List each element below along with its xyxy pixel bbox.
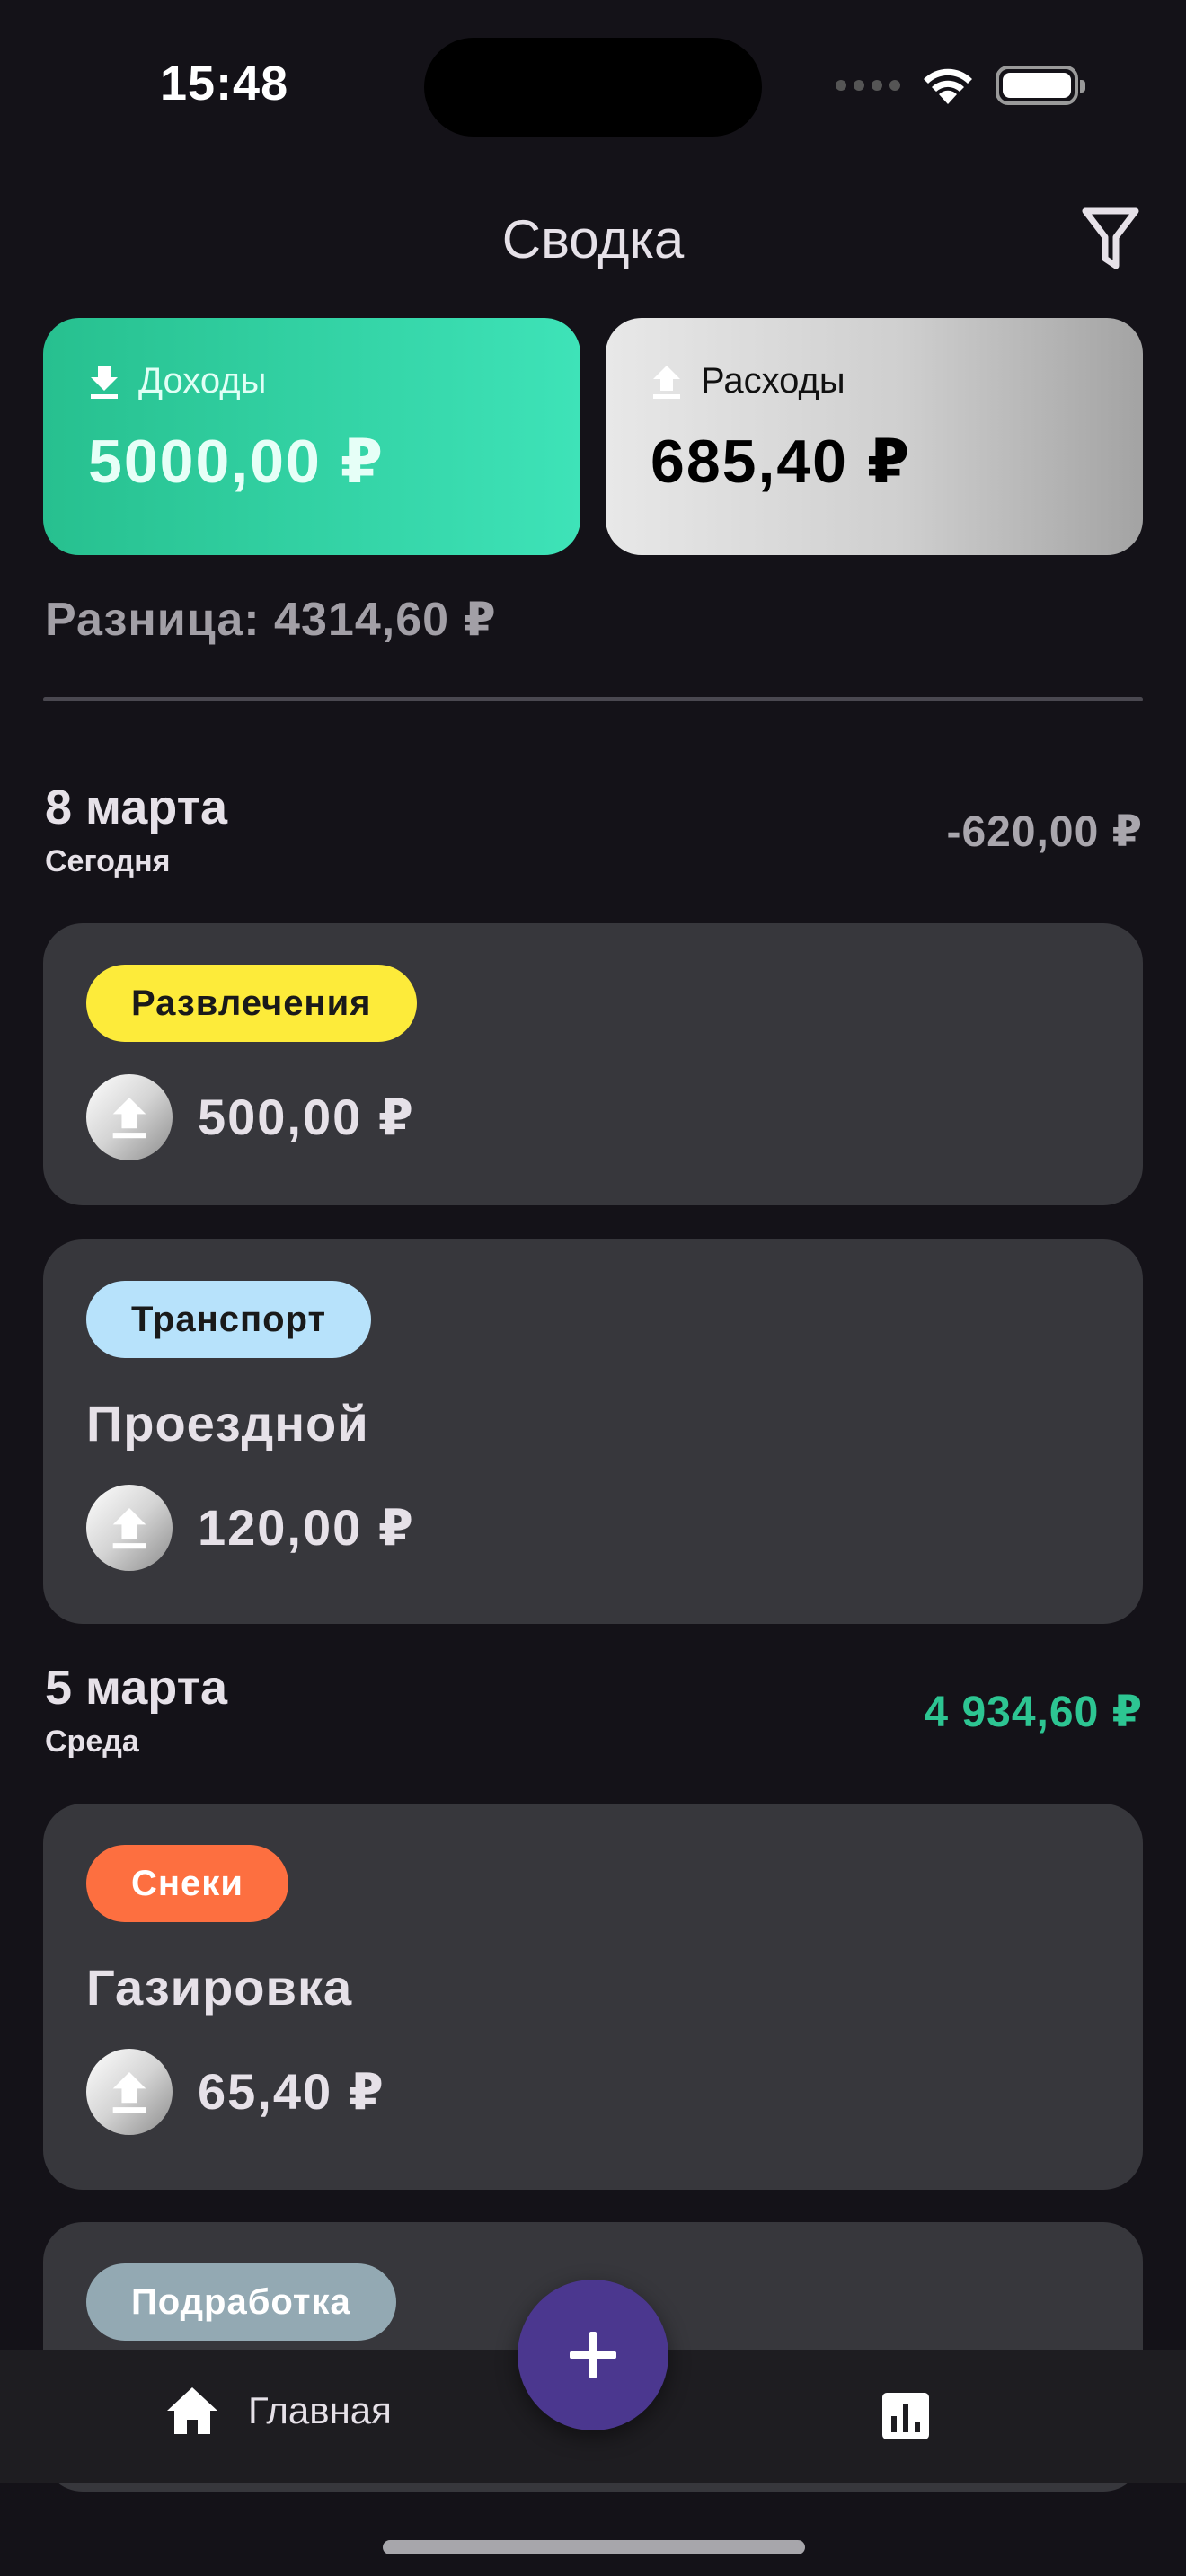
transaction-card[interactable]: Транспорт Проездной 120,00 ₽ bbox=[43, 1239, 1143, 1624]
expense-coin-icon bbox=[86, 1485, 173, 1571]
status-icons bbox=[836, 65, 1085, 106]
transaction-title: Газировка bbox=[86, 1959, 353, 2016]
day-header: 8 марта Сегодня -620,00 ₽ bbox=[45, 780, 1143, 879]
nav-home-label: Главная bbox=[248, 2389, 392, 2431]
day-header: 5 марта Среда 4 934,60 ₽ bbox=[45, 1660, 1143, 1760]
category-chip: Транспорт bbox=[86, 1281, 372, 1358]
screen: 15:48 Сводка Доходы 5000,00 ₽ Расходы 68… bbox=[0, 0, 1186, 2576]
chart-icon bbox=[882, 2393, 929, 2439]
category-chip: Подработка bbox=[86, 2263, 396, 2341]
expense-card[interactable]: Расходы 685,40 ₽ bbox=[606, 318, 1143, 555]
transaction-amount: 65,40 ₽ bbox=[198, 2063, 385, 2120]
difference-text: Разница: 4314,60 ₽ bbox=[45, 594, 497, 646]
battery-icon bbox=[996, 66, 1085, 105]
income-amount: 5000,00 ₽ bbox=[88, 428, 385, 496]
expense-coin-icon bbox=[86, 2049, 173, 2135]
day-total: -620,00 ₽ bbox=[946, 808, 1143, 856]
transaction-amount: 120,00 ₽ bbox=[198, 1499, 415, 1556]
divider bbox=[43, 697, 1143, 701]
home-icon bbox=[167, 2387, 217, 2434]
category-chip: Снеки bbox=[86, 1845, 288, 1922]
expense-coin-icon bbox=[86, 1074, 173, 1160]
add-transaction-button[interactable] bbox=[518, 2280, 668, 2430]
income-card[interactable]: Доходы 5000,00 ₽ bbox=[43, 318, 580, 555]
upload-icon bbox=[653, 365, 680, 399]
transaction-amount: 500,00 ₽ bbox=[198, 1089, 415, 1145]
page-title: Сводка bbox=[501, 209, 685, 269]
transaction-card[interactable]: Развлечения 500,00 ₽ bbox=[43, 923, 1143, 1205]
download-icon bbox=[91, 365, 118, 399]
dynamic-island bbox=[424, 38, 762, 137]
transaction-card[interactable]: Снеки Газировка 65,40 ₽ bbox=[43, 1804, 1143, 2190]
transaction-title: Проездной bbox=[86, 1395, 369, 1451]
filter-icon bbox=[1082, 207, 1139, 269]
day-total: 4 934,60 ₽ bbox=[924, 1689, 1143, 1736]
status-time: 15:48 bbox=[160, 57, 289, 110]
nav-home[interactable]: Главная bbox=[165, 2386, 392, 2436]
filter-button[interactable] bbox=[1075, 203, 1146, 275]
nav-statistics[interactable] bbox=[879, 2389, 933, 2443]
income-label: Доходы bbox=[138, 361, 267, 401]
signal-icon bbox=[836, 80, 900, 91]
wifi-icon bbox=[924, 68, 972, 104]
home-indicator bbox=[383, 2540, 805, 2554]
expense-amount: 685,40 ₽ bbox=[651, 428, 912, 496]
plus-icon bbox=[570, 2332, 616, 2378]
category-chip: Развлечения bbox=[86, 965, 417, 1042]
expense-label: Расходы bbox=[701, 361, 845, 401]
